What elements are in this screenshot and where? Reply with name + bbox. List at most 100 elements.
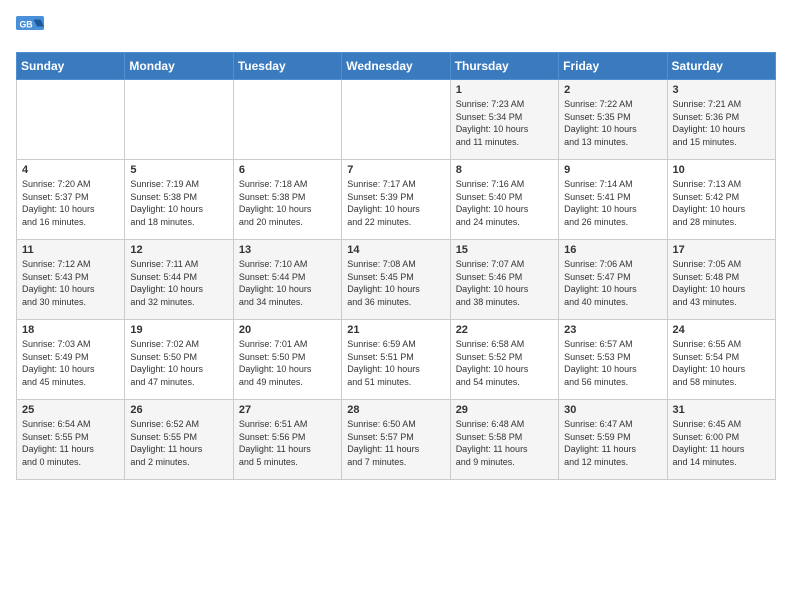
day-of-week-header: Sunday [17, 53, 125, 80]
day-number: 29 [456, 404, 553, 416]
calendar-cell: 8 Sunrise: 7:16 AM Sunset: 5:40 PM Daylig… [450, 160, 558, 240]
day-number: 13 [239, 244, 336, 256]
calendar-cell: 21 Sunrise: 6:59 AM Sunset: 5:51 PM Dayli… [342, 320, 450, 400]
calendar-cell: 2 Sunrise: 7:22 AM Sunset: 5:35 PM Daylig… [559, 80, 667, 160]
calendar-cell: 20Sunrise: 7:01 AM Sunset: 5:50 PM Dayli… [233, 320, 341, 400]
day-info: Sunrise: 7:07 AM Sunset: 5:46 PM Dayligh… [456, 258, 553, 308]
day-of-week-header: Friday [559, 53, 667, 80]
day-number: 17 [673, 244, 770, 256]
logo-icon: GB [16, 16, 44, 44]
calendar-cell [233, 80, 341, 160]
day-number: 14 [347, 244, 444, 256]
day-info: Sunrise: 6:47 AM Sunset: 5:59 PM Dayligh… [564, 418, 661, 468]
calendar-week-row: 1 Sunrise: 7:23 AM Sunset: 5:34 PM Daylig… [17, 80, 776, 160]
day-info: Sunrise: 6:51 AM Sunset: 5:56 PM Dayligh… [239, 418, 336, 468]
day-number: 22 [456, 324, 553, 336]
day-info: Sunrise: 7:13 AM Sunset: 5:42 PM Dayligh… [673, 178, 770, 228]
calendar-cell: 31Sunrise: 6:45 AM Sunset: 6:00 PM Dayli… [667, 400, 775, 480]
day-info: Sunrise: 7:03 AM Sunset: 5:49 PM Dayligh… [22, 338, 119, 388]
day-number: 9 [564, 164, 661, 176]
day-info: Sunrise: 6:48 AM Sunset: 5:58 PM Dayligh… [456, 418, 553, 468]
calendar-cell: 9Sunrise: 7:14 AM Sunset: 5:41 PM Daylig… [559, 160, 667, 240]
day-info: Sunrise: 7:23 AM Sunset: 5:34 PM Dayligh… [456, 98, 553, 148]
day-info: Sunrise: 6:52 AM Sunset: 5:55 PM Dayligh… [130, 418, 227, 468]
day-info: Sunrise: 7:22 AM Sunset: 5:35 PM Dayligh… [564, 98, 661, 148]
day-info: Sunrise: 7:02 AM Sunset: 5:50 PM Dayligh… [130, 338, 227, 388]
calendar-cell: 13 Sunrise: 7:10 AM Sunset: 5:44 PM Dayli… [233, 240, 341, 320]
day-info: Sunrise: 6:59 AM Sunset: 5:51 PM Dayligh… [347, 338, 444, 388]
calendar-cell: 22 Sunrise: 6:58 AM Sunset: 5:52 PM Dayli… [450, 320, 558, 400]
day-number: 1 [456, 84, 553, 96]
day-info: Sunrise: 7:12 AM Sunset: 5:43 PM Dayligh… [22, 258, 119, 308]
day-info: Sunrise: 7:11 AM Sunset: 5:44 PM Dayligh… [130, 258, 227, 308]
day-number: 12 [130, 244, 227, 256]
day-number: 30 [564, 404, 661, 416]
calendar-cell: 25 Sunrise: 6:54 AM Sunset: 5:55 PM Dayli… [17, 400, 125, 480]
day-info: Sunrise: 6:57 AM Sunset: 5:53 PM Dayligh… [564, 338, 661, 388]
day-number: 10 [673, 164, 770, 176]
day-info: Sunrise: 6:55 AM Sunset: 5:54 PM Dayligh… [673, 338, 770, 388]
calendar-cell: 5 Sunrise: 7:19 AM Sunset: 5:38 PM Daylig… [125, 160, 233, 240]
calendar-table: SundayMondayTuesdayWednesdayThursdayFrid… [16, 52, 776, 480]
logo: GB [16, 16, 48, 44]
calendar-cell: 1 Sunrise: 7:23 AM Sunset: 5:34 PM Daylig… [450, 80, 558, 160]
day-number: 8 [456, 164, 553, 176]
day-info: Sunrise: 7:10 AM Sunset: 5:44 PM Dayligh… [239, 258, 336, 308]
calendar-week-row: 11 Sunrise: 7:12 AM Sunset: 5:43 PM Dayli… [17, 240, 776, 320]
svg-text:GB: GB [20, 19, 33, 29]
day-of-week-header: Saturday [667, 53, 775, 80]
day-number: 21 [347, 324, 444, 336]
calendar-cell: 29 Sunrise: 6:48 AM Sunset: 5:58 PM Dayli… [450, 400, 558, 480]
day-info: Sunrise: 7:20 AM Sunset: 5:37 PM Dayligh… [22, 178, 119, 228]
day-of-week-header: Monday [125, 53, 233, 80]
calendar-cell: 17 Sunrise: 7:05 AM Sunset: 5:48 PM Dayli… [667, 240, 775, 320]
calendar-cell: 14Sunrise: 7:08 AM Sunset: 5:45 PM Dayli… [342, 240, 450, 320]
day-number: 6 [239, 164, 336, 176]
day-number: 2 [564, 84, 661, 96]
day-info: Sunrise: 7:16 AM Sunset: 5:40 PM Dayligh… [456, 178, 553, 228]
day-number: 3 [673, 84, 770, 96]
calendar-cell [125, 80, 233, 160]
day-info: Sunrise: 7:21 AM Sunset: 5:36 PM Dayligh… [673, 98, 770, 148]
calendar-cell: 7 Sunrise: 7:17 AM Sunset: 5:39 PM Daylig… [342, 160, 450, 240]
day-info: Sunrise: 6:50 AM Sunset: 5:57 PM Dayligh… [347, 418, 444, 468]
calendar-cell: 28Sunrise: 6:50 AM Sunset: 5:57 PM Dayli… [342, 400, 450, 480]
calendar-cell: 26Sunrise: 6:52 AM Sunset: 5:55 PM Dayli… [125, 400, 233, 480]
calendar-cell [342, 80, 450, 160]
calendar-cell: 19 Sunrise: 7:02 AM Sunset: 5:50 PM Dayli… [125, 320, 233, 400]
calendar-week-row: 4 Sunrise: 7:20 AM Sunset: 5:37 PM Daylig… [17, 160, 776, 240]
day-number: 20 [239, 324, 336, 336]
calendar-cell: 18 Sunrise: 7:03 AM Sunset: 5:49 PM Dayli… [17, 320, 125, 400]
day-number: 16 [564, 244, 661, 256]
day-number: 18 [22, 324, 119, 336]
day-number: 7 [347, 164, 444, 176]
day-number: 31 [673, 404, 770, 416]
day-info: Sunrise: 7:17 AM Sunset: 5:39 PM Dayligh… [347, 178, 444, 228]
calendar-cell: 4 Sunrise: 7:20 AM Sunset: 5:37 PM Daylig… [17, 160, 125, 240]
day-number: 5 [130, 164, 227, 176]
day-of-week-header: Thursday [450, 53, 558, 80]
day-of-week-header: Wednesday [342, 53, 450, 80]
calendar-week-row: 25 Sunrise: 6:54 AM Sunset: 5:55 PM Dayli… [17, 400, 776, 480]
day-number: 24 [673, 324, 770, 336]
day-number: 23 [564, 324, 661, 336]
day-number: 25 [22, 404, 119, 416]
day-number: 27 [239, 404, 336, 416]
calendar-cell: 6Sunrise: 7:18 AM Sunset: 5:38 PM Daylig… [233, 160, 341, 240]
calendar-header-row: SundayMondayTuesdayWednesdayThursdayFrid… [17, 53, 776, 80]
day-number: 4 [22, 164, 119, 176]
day-number: 11 [22, 244, 119, 256]
calendar-cell: 15 Sunrise: 7:07 AM Sunset: 5:46 PM Dayli… [450, 240, 558, 320]
day-info: Sunrise: 7:19 AM Sunset: 5:38 PM Dayligh… [130, 178, 227, 228]
calendar-cell: 11 Sunrise: 7:12 AM Sunset: 5:43 PM Dayli… [17, 240, 125, 320]
day-info: Sunrise: 7:05 AM Sunset: 5:48 PM Dayligh… [673, 258, 770, 308]
day-info: Sunrise: 6:54 AM Sunset: 5:55 PM Dayligh… [22, 418, 119, 468]
day-info: Sunrise: 6:58 AM Sunset: 5:52 PM Dayligh… [456, 338, 553, 388]
calendar-cell: 27 Sunrise: 6:51 AM Sunset: 5:56 PM Dayli… [233, 400, 341, 480]
day-number: 15 [456, 244, 553, 256]
calendar-cell: 16Sunrise: 7:06 AM Sunset: 5:47 PM Dayli… [559, 240, 667, 320]
calendar-cell: 12 Sunrise: 7:11 AM Sunset: 5:44 PM Dayli… [125, 240, 233, 320]
page-header: GB [16, 16, 776, 44]
calendar-cell: 24 Sunrise: 6:55 AM Sunset: 5:54 PM Dayli… [667, 320, 775, 400]
day-number: 19 [130, 324, 227, 336]
